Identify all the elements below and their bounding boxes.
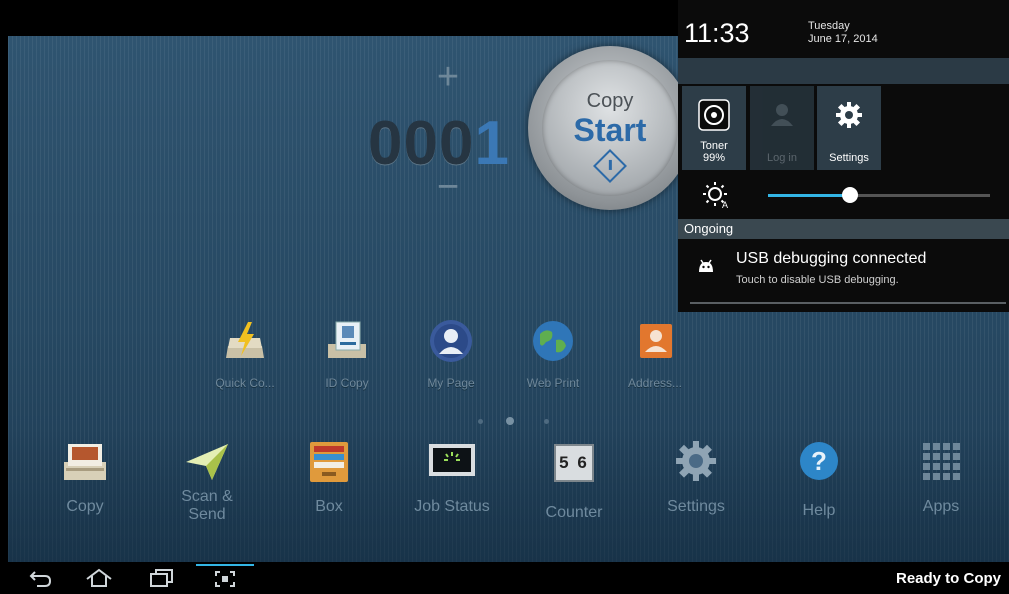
notification-title: USB debugging connected (736, 250, 927, 267)
counter-icon: 5 6 (549, 444, 599, 490)
panel-drag-handle[interactable] (690, 302, 1006, 304)
notification-panel: 11:33 Tuesday June 17, 2014 Toner 99% Lo… (678, 0, 1009, 312)
favorite-address-book[interactable]: Address... (610, 318, 700, 390)
login-tile[interactable]: Log in (750, 86, 814, 170)
quick-copy-icon (222, 318, 268, 364)
my-page-icon (428, 318, 474, 364)
dock-settings[interactable]: Settings (641, 438, 751, 516)
favorite-id-copy[interactable]: ID Copy (302, 318, 392, 390)
notification-subtitle: Touch to disable USB debugging. (736, 274, 899, 286)
home-page-icon (506, 417, 514, 425)
toner-tile[interactable]: Toner 99% (682, 86, 746, 170)
navigation-bar: Ready to Copy (0, 562, 1009, 594)
android-debug-icon (699, 259, 713, 272)
brightness-control: A (678, 172, 1009, 218)
settings-icon (671, 438, 721, 484)
settings-tile[interactable]: Settings (817, 86, 881, 170)
brightness-slider-thumb[interactable] (842, 187, 859, 203)
ongoing-header: Ongoing (678, 219, 1009, 239)
help-icon: ? (794, 442, 844, 488)
dock-box[interactable]: Box (274, 438, 384, 516)
address-book-icon (632, 318, 678, 364)
app-dock: Copy Scan & Send Box Job Status 5 6 Count… (8, 428, 1009, 562)
screen-capture-icon[interactable] (196, 564, 254, 592)
favorite-quick-copy[interactable]: Quick Co... (200, 318, 290, 390)
dock-job-status[interactable]: Job Status (397, 438, 507, 516)
toner-icon (698, 99, 730, 131)
favorite-web-print[interactable]: Web Print (508, 318, 598, 390)
start-icon (593, 149, 627, 183)
recent-apps-icon[interactable] (146, 568, 176, 588)
dock-help[interactable]: ? Help (764, 438, 874, 520)
copy-icon (60, 438, 110, 484)
web-print-icon (530, 318, 576, 364)
gear-icon (836, 102, 862, 128)
page-indicator (478, 415, 568, 427)
usb-debugging-notification[interactable]: USB debugging connected Touch to disable… (678, 240, 1009, 292)
device-status-text: Ready to Copy (895, 570, 1001, 587)
auto-brightness-icon[interactable]: A (702, 180, 732, 210)
svg-text:A: A (722, 200, 728, 210)
dock-counter[interactable]: 5 6 Counter (519, 438, 629, 522)
start-button[interactable]: Copy Start (528, 46, 692, 210)
toner-level: 99% (702, 152, 726, 164)
clock-time: 11:33 (684, 18, 750, 48)
increment-button[interactable]: + (428, 56, 468, 99)
scan-send-icon (182, 438, 232, 484)
favorite-my-page[interactable]: My Page (406, 318, 496, 390)
brightness-slider[interactable] (768, 187, 990, 203)
id-copy-icon (324, 318, 370, 364)
back-icon[interactable] (26, 568, 56, 588)
dock-apps[interactable]: Apps (886, 438, 996, 516)
decrement-button[interactable]: − (428, 166, 468, 209)
start-button-mode: Copy (586, 90, 634, 112)
count-digit: 1 (474, 109, 510, 178)
job-status-icon (427, 438, 477, 484)
dock-scan-send[interactable]: Scan & Send (152, 438, 262, 524)
user-icon (771, 104, 793, 126)
home-icon[interactable] (84, 568, 114, 588)
start-button-label: Start (573, 112, 647, 148)
clock-date: Tuesday June 17, 2014 (808, 20, 878, 45)
apps-icon (916, 438, 966, 484)
box-icon (304, 438, 354, 484)
dock-copy[interactable]: Copy (30, 438, 140, 516)
